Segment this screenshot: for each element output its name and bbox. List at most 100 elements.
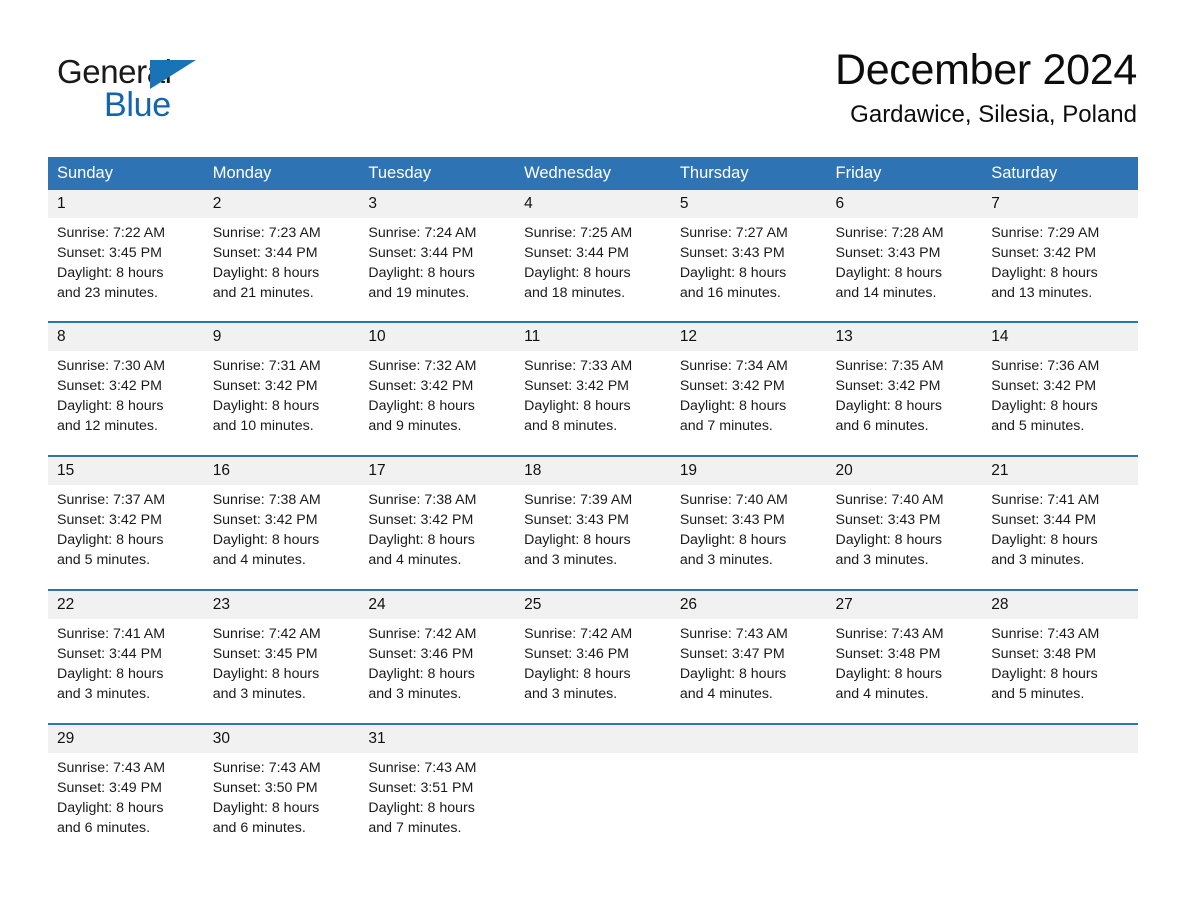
calendar-day-cell[interactable]: 14 Sunrise: 7:36 AM Sunset: 3:42 PM Dayligh… bbox=[982, 321, 1138, 457]
calendar-day-cell[interactable]: 24 Sunrise: 7:42 AM Sunset: 3:46 PM Dayligh… bbox=[359, 589, 516, 725]
calendar-day-cell[interactable]: 7 Sunrise: 7:29 AM Sunset: 3:42 PM Daylight… bbox=[982, 190, 1138, 322]
sunset-text: Sunset: 3:51 PM bbox=[368, 779, 474, 796]
sunrise-text: Sunrise: 7:28 AM bbox=[835, 224, 944, 241]
daylight-text-line2: and 3 minutes. bbox=[524, 685, 618, 702]
day-details: Sunrise: 7:23 AM Sunset: 3:44 PM Daylight:… bbox=[204, 218, 360, 304]
weekday-header-wednesday: Wednesday bbox=[515, 157, 671, 191]
calendar-day-cell[interactable]: 6 Sunrise: 7:28 AM Sunset: 3:43 PM Daylight… bbox=[826, 190, 983, 322]
calendar-day-cell[interactable]: 15 Sunrise: 7:37 AM Sunset: 3:42 PM Dayligh… bbox=[48, 455, 204, 591]
daylight-text-line1: Daylight: 8 hours bbox=[991, 264, 1098, 281]
calendar-day-cell[interactable]: 19 Sunrise: 7:40 AM Sunset: 3:43 PM Dayligh… bbox=[670, 455, 827, 591]
day-number: 2 bbox=[203, 190, 360, 218]
day-cell-inner: 6 Sunrise: 7:28 AM Sunset: 3:43 PM Daylight… bbox=[826, 190, 983, 321]
day-details: Sunrise: 7:28 AM Sunset: 3:43 PM Daylight:… bbox=[827, 218, 983, 304]
calendar-week-row: 22 Sunrise: 7:41 AM Sunset: 3:44 PM Dayligh… bbox=[48, 589, 1138, 725]
sunset-text: Sunset: 3:49 PM bbox=[57, 779, 162, 796]
sunrise-text: Sunrise: 7:42 AM bbox=[524, 625, 633, 642]
day-cell-inner: 26 Sunrise: 7:43 AM Sunset: 3:47 PM Dayligh… bbox=[670, 591, 827, 723]
calendar-day-cell[interactable]: 18 Sunrise: 7:39 AM Sunset: 3:43 PM Dayligh… bbox=[515, 455, 671, 591]
day-number: 5 bbox=[670, 190, 827, 218]
daylight-text-line1: Daylight: 8 hours bbox=[679, 397, 787, 414]
calendar-day-cell[interactable]: 8 Sunrise: 7:30 AM Sunset: 3:42 PM Daylight… bbox=[48, 321, 204, 457]
calendar-day-cell[interactable]: 1 Sunrise: 7:22 AM Sunset: 3:45 PM Daylight… bbox=[48, 190, 204, 322]
sunrise-text: Sunrise: 7:22 AM bbox=[57, 224, 166, 241]
sunset-text: Sunset: 3:42 PM bbox=[524, 377, 629, 394]
weekday-header-friday: Friday bbox=[826, 157, 983, 191]
sunset-text: Sunset: 3:48 PM bbox=[835, 645, 941, 662]
daylight-text-line2: and 3 minutes. bbox=[679, 551, 773, 568]
sunrise-text: Sunrise: 7:25 AM bbox=[524, 224, 633, 241]
sunrise-text: Sunrise: 7:39 AM bbox=[524, 491, 633, 508]
day-number: 22 bbox=[48, 591, 204, 619]
day-details: Sunrise: 7:36 AM Sunset: 3:42 PM Daylight:… bbox=[982, 351, 1138, 437]
calendar-day-cell[interactable]: 13 Sunrise: 7:35 AM Sunset: 3:42 PM Dayligh… bbox=[826, 321, 983, 457]
calendar-day-cell[interactable]: 26 Sunrise: 7:43 AM Sunset: 3:47 PM Dayligh… bbox=[670, 589, 827, 725]
day-cell-inner: 30 Sunrise: 7:43 AM Sunset: 3:50 PM Dayligh… bbox=[203, 725, 360, 857]
daylight-text-line2: and 4 minutes. bbox=[835, 685, 929, 702]
day-details: Sunrise: 7:43 AM Sunset: 3:48 PM Daylight:… bbox=[827, 619, 983, 705]
day-number: 17 bbox=[359, 457, 516, 485]
daylight-text-line2: and 3 minutes. bbox=[212, 685, 306, 702]
calendar-empty-cell bbox=[826, 723, 983, 858]
calendar-day-cell[interactable]: 27 Sunrise: 7:43 AM Sunset: 3:48 PM Dayligh… bbox=[826, 589, 983, 725]
daylight-text-line2: and 3 minutes. bbox=[57, 685, 151, 702]
calendar-week-row: 29 Sunrise: 7:43 AM Sunset: 3:49 PM Dayligh… bbox=[48, 723, 1138, 858]
calendar-day-cell[interactable]: 22 Sunrise: 7:41 AM Sunset: 3:44 PM Dayligh… bbox=[48, 589, 204, 725]
weekday-header-thursday: Thursday bbox=[670, 157, 827, 191]
sunset-text: Sunset: 3:42 PM bbox=[835, 377, 941, 394]
calendar-day-cell[interactable]: 28 Sunrise: 7:43 AM Sunset: 3:48 PM Dayligh… bbox=[982, 589, 1138, 725]
day-cell-inner: 31 Sunrise: 7:43 AM Sunset: 3:51 PM Dayligh… bbox=[359, 725, 516, 857]
calendar-day-cell[interactable]: 31 Sunrise: 7:43 AM Sunset: 3:51 PM Dayligh… bbox=[359, 723, 516, 858]
sunset-text: Sunset: 3:43 PM bbox=[835, 244, 941, 261]
day-details: Sunrise: 7:42 AM Sunset: 3:45 PM Daylight:… bbox=[204, 619, 360, 705]
daylight-text-line2: and 4 minutes. bbox=[679, 685, 773, 702]
calendar-day-cell[interactable]: 5 Sunrise: 7:27 AM Sunset: 3:43 PM Daylight… bbox=[670, 190, 827, 322]
daylight-text-line1: Daylight: 8 hours bbox=[368, 531, 475, 548]
day-number: 12 bbox=[670, 323, 827, 351]
logo-triangle-icon bbox=[150, 60, 196, 89]
weekday-header-saturday: Saturday bbox=[982, 157, 1138, 191]
day-cell-inner: 16 Sunrise: 7:38 AM Sunset: 3:42 PM Dayligh… bbox=[203, 457, 360, 589]
day-number: 31 bbox=[359, 725, 516, 753]
calendar-day-cell[interactable]: 11 Sunrise: 7:33 AM Sunset: 3:42 PM Dayligh… bbox=[515, 321, 671, 457]
day-cell-inner: 27 Sunrise: 7:43 AM Sunset: 3:48 PM Dayligh… bbox=[826, 591, 983, 723]
day-number: 3 bbox=[359, 190, 516, 218]
day-details: Sunrise: 7:42 AM Sunset: 3:46 PM Daylight:… bbox=[515, 619, 671, 705]
calendar-day-cell[interactable]: 23 Sunrise: 7:42 AM Sunset: 3:45 PM Dayligh… bbox=[203, 589, 360, 725]
day-details: Sunrise: 7:27 AM Sunset: 3:43 PM Daylight:… bbox=[671, 218, 827, 304]
sunset-text: Sunset: 3:47 PM bbox=[679, 645, 785, 662]
sunset-text: Sunset: 3:44 PM bbox=[57, 645, 162, 662]
calendar-day-cell[interactable]: 29 Sunrise: 7:43 AM Sunset: 3:49 PM Dayligh… bbox=[48, 723, 204, 858]
calendar-day-cell[interactable]: 9 Sunrise: 7:31 AM Sunset: 3:42 PM Daylight… bbox=[203, 321, 360, 457]
daylight-text-line1: Daylight: 8 hours bbox=[524, 264, 631, 281]
daylight-text-line1: Daylight: 8 hours bbox=[57, 264, 164, 281]
day-cell-inner: 21 Sunrise: 7:41 AM Sunset: 3:44 PM Dayligh… bbox=[982, 457, 1138, 589]
day-cell-inner: 24 Sunrise: 7:42 AM Sunset: 3:46 PM Dayligh… bbox=[359, 591, 516, 723]
day-number: 29 bbox=[48, 725, 204, 753]
day-details: Sunrise: 7:43 AM Sunset: 3:48 PM Daylight:… bbox=[982, 619, 1138, 705]
calendar-day-cell[interactable]: 25 Sunrise: 7:42 AM Sunset: 3:46 PM Dayligh… bbox=[515, 589, 671, 725]
calendar-day-cell[interactable]: 4 Sunrise: 7:25 AM Sunset: 3:44 PM Daylight… bbox=[515, 190, 671, 322]
daylight-text-line1: Daylight: 8 hours bbox=[212, 665, 320, 682]
sunset-text: Sunset: 3:42 PM bbox=[212, 511, 318, 528]
daylight-text-line1: Daylight: 8 hours bbox=[991, 397, 1098, 414]
day-number: 16 bbox=[203, 457, 360, 485]
daylight-text-line1: Daylight: 8 hours bbox=[368, 665, 475, 682]
calendar-day-cell[interactable]: 12 Sunrise: 7:34 AM Sunset: 3:42 PM Dayligh… bbox=[670, 321, 827, 457]
calendar-day-cell[interactable]: 21 Sunrise: 7:41 AM Sunset: 3:44 PM Dayligh… bbox=[982, 455, 1138, 591]
calendar-day-cell[interactable]: 30 Sunrise: 7:43 AM Sunset: 3:50 PM Dayligh… bbox=[203, 723, 360, 858]
calendar-day-cell[interactable]: 3 Sunrise: 7:24 AM Sunset: 3:44 PM Daylight… bbox=[359, 190, 516, 322]
calendar-week-row: 15 Sunrise: 7:37 AM Sunset: 3:42 PM Dayligh… bbox=[48, 455, 1138, 591]
calendar-day-cell[interactable]: 17 Sunrise: 7:38 AM Sunset: 3:42 PM Dayligh… bbox=[359, 455, 516, 591]
sunset-text: Sunset: 3:45 PM bbox=[57, 244, 162, 261]
calendar-day-cell[interactable]: 16 Sunrise: 7:38 AM Sunset: 3:42 PM Dayligh… bbox=[203, 455, 360, 591]
sunset-text: Sunset: 3:44 PM bbox=[991, 511, 1097, 528]
calendar-day-cell[interactable]: 20 Sunrise: 7:40 AM Sunset: 3:43 PM Dayligh… bbox=[826, 455, 983, 591]
calendar-day-cell[interactable]: 2 Sunrise: 7:23 AM Sunset: 3:44 PM Daylight… bbox=[203, 190, 360, 322]
sunrise-text: Sunrise: 7:36 AM bbox=[991, 357, 1100, 374]
daylight-text-line1: Daylight: 8 hours bbox=[212, 264, 320, 281]
daylight-text-line2: and 6 minutes. bbox=[57, 819, 151, 836]
daylight-text-line1: Daylight: 8 hours bbox=[679, 665, 787, 682]
calendar-day-cell[interactable]: 10 Sunrise: 7:32 AM Sunset: 3:42 PM Dayligh… bbox=[359, 321, 516, 457]
day-number: 25 bbox=[515, 591, 671, 619]
